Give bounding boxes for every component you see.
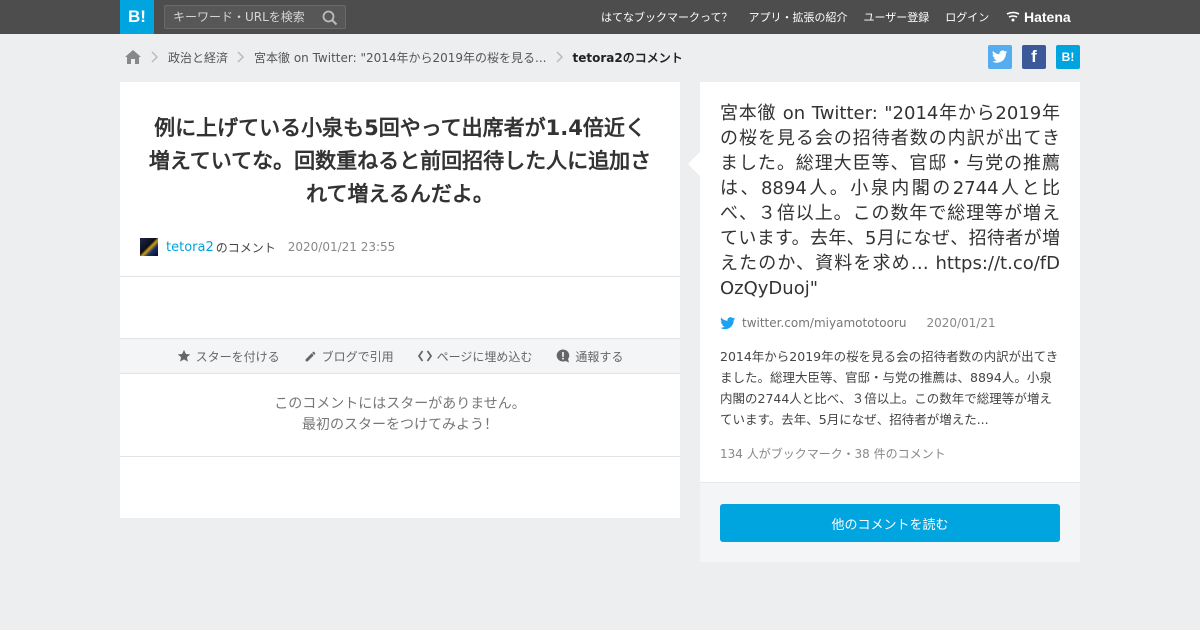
twitter-icon: [720, 316, 736, 329]
header-nav: はてなブックマークって？ アプリ・拡張の紹介 ユーザー登録 ログイン: [585, 0, 989, 34]
no-star-line2: 最初のスターをつけてみよう！: [302, 417, 498, 433]
comment-date[interactable]: 2020/01/21 23:55: [288, 240, 396, 254]
entry-title[interactable]: 宮本徹 on Twitter: "2014年から2019年の桜を見る会の招待者数…: [720, 101, 1060, 301]
nav-login[interactable]: ログイン: [945, 9, 989, 25]
entry-card: 宮本徹 on Twitter: "2014年から2019年の桜を見る会の招待者数…: [688, 82, 1080, 562]
entry-date: 2020/01/21: [926, 316, 996, 330]
hatena-mark-icon: [1006, 11, 1020, 22]
read-other-comments-button[interactable]: 他のコメントを読む: [720, 504, 1060, 542]
alert-bubble-icon: [557, 349, 570, 363]
top-bar: B! はてなブックマークって？ アプリ・拡張の紹介 ユーザー登録 ログイン Ha…: [0, 0, 1200, 34]
embed-label: ページに埋め込む: [436, 349, 533, 364]
comment-text: 例に上げている小泉も5回やって出席者が1.4倍近く増えていてな。回数重ねると前回…: [148, 116, 652, 206]
comment-card: 例に上げている小泉も5回やって出席者が1.4倍近く増えていてな。回数重ねると前回…: [120, 82, 680, 518]
comment-meta: tetora2 のコメント 2020/01/21 23:55: [140, 238, 395, 256]
report-button[interactable]: 通報する: [556, 348, 623, 365]
no-star-line1: このコメントにはスターがありません。: [274, 396, 526, 412]
comment-user-link[interactable]: tetora2: [166, 240, 214, 255]
comment-user-suffix: のコメント: [215, 240, 276, 255]
hatena-b-icon: B!: [1061, 50, 1075, 64]
hatena-share-button[interactable]: B!: [1056, 45, 1080, 69]
hatena-bookmark-logo[interactable]: B!: [120, 0, 154, 34]
add-star-button[interactable]: スターを付ける: [177, 348, 280, 365]
search-input[interactable]: [165, 6, 315, 28]
entry-summary: 2014年から2019年の桜を見る会の招待者数の内訳が出てきました。総理大臣等、…: [720, 349, 1059, 427]
breadcrumb-current: tetora2のコメント: [572, 50, 683, 65]
entry-card-footer: 他のコメントを読む: [700, 482, 1080, 562]
comment-actions: スターを付ける ブログで引用 ページに埋め込む 通報する: [120, 338, 680, 374]
twitter-share-button[interactable]: [988, 45, 1012, 69]
nav-apps[interactable]: アプリ・拡張の紹介: [748, 9, 847, 25]
pencil-icon: [305, 351, 315, 361]
facebook-f-icon: f: [1031, 47, 1037, 66]
facebook-share-button[interactable]: f: [1022, 45, 1046, 69]
nav-register[interactable]: ユーザー登録: [863, 9, 929, 25]
chevron-right-icon: [151, 51, 159, 63]
divider: [120, 276, 680, 277]
breadcrumb-category[interactable]: 政治と経済: [168, 49, 228, 66]
chevron-right-icon: [237, 51, 245, 63]
blog-quote-label: ブログで引用: [321, 349, 394, 364]
home-icon[interactable]: [124, 49, 142, 65]
search-icon[interactable]: [322, 10, 338, 26]
no-star-message: このコメントにはスターがありません。 最初のスターをつけてみよう！: [120, 394, 680, 436]
search-box[interactable]: [164, 5, 346, 29]
embed-button[interactable]: ページに埋め込む: [417, 348, 533, 365]
brand-name: Hatena: [1024, 9, 1071, 25]
entry-source-url[interactable]: twitter.com/miyamototooru: [742, 316, 906, 330]
breadcrumb-entry[interactable]: 宮本徹 on Twitter: "2014年から2019年の桜を見る...: [254, 49, 546, 66]
star-icon: [177, 349, 190, 362]
chevron-right-icon: [555, 51, 564, 63]
breadcrumb: 政治と経済 宮本徹 on Twitter: "2014年から2019年の桜を見る…: [124, 46, 683, 68]
blog-quote-button[interactable]: ブログで引用: [304, 348, 394, 365]
nav-about[interactable]: はてなブックマークって？: [601, 9, 732, 25]
hatena-brand-logo[interactable]: Hatena: [1006, 8, 1071, 26]
card-pointer: [688, 152, 700, 176]
bookmark-counts[interactable]: 134 人がブックマーク・38 件のコメント: [720, 445, 946, 462]
divider: [120, 456, 680, 457]
code-icon: [417, 350, 432, 362]
user-avatar[interactable]: [140, 238, 158, 256]
add-star-label: スターを付ける: [195, 349, 280, 364]
report-label: 通報する: [575, 349, 624, 364]
twitter-bird-icon: [992, 50, 1008, 63]
entry-source: twitter.com/miyamototooru 2020/01/21: [720, 316, 996, 330]
